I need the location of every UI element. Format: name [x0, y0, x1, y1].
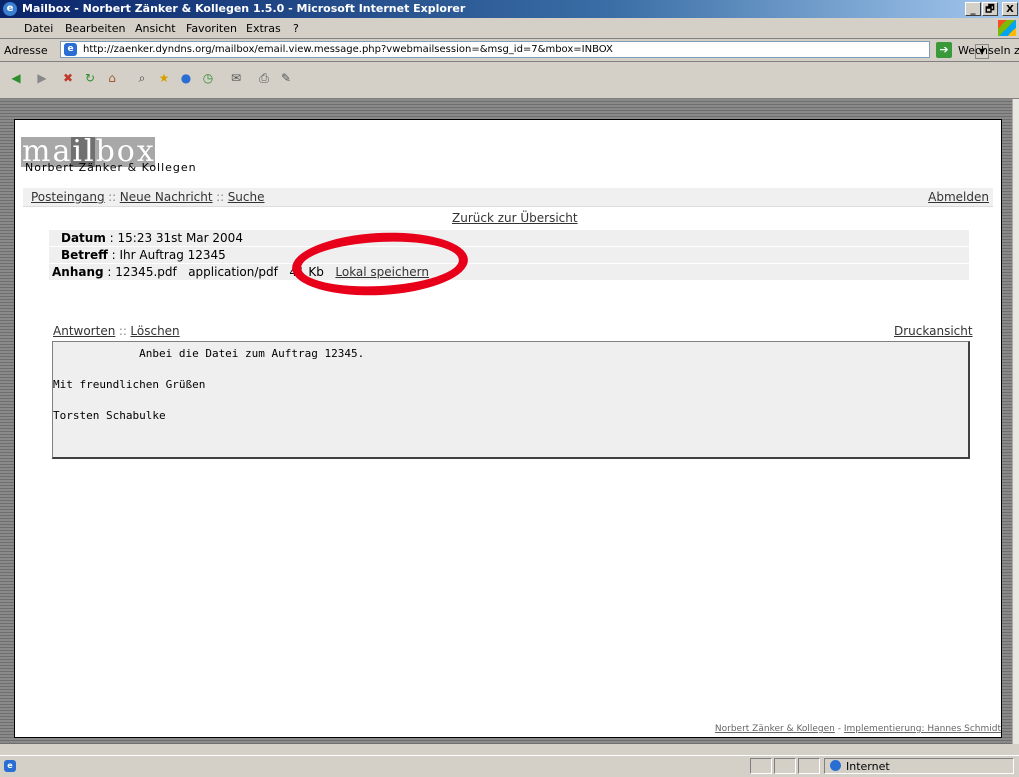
menu-favoriten[interactable]: Favoriten	[186, 22, 237, 35]
print-icon[interactable]: ⎙	[256, 70, 272, 86]
status-bar: e Internet	[0, 755, 1019, 777]
page-status-icon: e	[4, 760, 16, 772]
subject-label: Betreff	[61, 248, 108, 262]
menu-datei[interactable]: Datei	[24, 22, 53, 35]
favorites-icon[interactable]: ★	[156, 70, 172, 86]
print-view-link[interactable]: Druckansicht	[894, 324, 973, 338]
menu-ansicht[interactable]: Ansicht	[135, 22, 176, 35]
message-actions: Antworten :: Löschen	[53, 324, 180, 338]
history-icon[interactable]: ◷	[200, 70, 216, 86]
search-icon[interactable]: ⌕	[134, 70, 150, 86]
status-pane	[798, 758, 820, 774]
attachment-label: Anhang	[52, 265, 104, 279]
zone-label: Internet	[846, 760, 890, 773]
windows-logo-icon	[998, 20, 1016, 36]
nav-separator: ::	[216, 190, 225, 204]
mail-icon[interactable]: ✉	[228, 70, 244, 86]
subject-row: Betreff : Ihr Auftrag 12345	[49, 247, 969, 263]
date-value: 15:23 31st Mar 2004	[117, 231, 243, 245]
footer: Norbert Zänker & Kollegen - Implementier…	[715, 724, 1001, 734]
delete-link[interactable]: Löschen	[130, 324, 179, 338]
back-icon[interactable]: ◀	[8, 70, 24, 86]
browser-toolbar: ◀ ▶ ✖ ↻ ⌂ ⌕ ★ ● ◷ ✉ ⎙ ✎	[0, 62, 1019, 99]
footer-implementation-link[interactable]: Implementierung: Hannes Schmidt	[844, 724, 1001, 734]
date-row: Datum : 15:23 31st Mar 2004	[49, 230, 969, 246]
go-arrow-icon[interactable]: ➔	[936, 42, 952, 58]
logout-link[interactable]: Abmelden	[928, 190, 989, 204]
footer-company-link[interactable]: Norbert Zänker & Kollegen	[715, 724, 835, 734]
address-bar: Adresse e http://zaenker.dyndns.org/mail…	[0, 39, 1019, 62]
menu-extras[interactable]: Extras	[246, 22, 281, 35]
address-url[interactable]: http://zaenker.dyndns.org/mailbox/email.…	[83, 44, 613, 55]
actions-separator: ::	[118, 324, 127, 338]
attachment-row: Anhang : 12345.pdf application/pdf 41 Kb…	[49, 264, 969, 280]
reply-link[interactable]: Antworten	[53, 324, 115, 338]
address-label: Adresse	[4, 44, 48, 57]
attachment-file: 12345.pdf	[115, 265, 177, 279]
subject-value: Ihr Auftrag 12345	[119, 248, 226, 262]
ie-icon: e	[3, 2, 17, 16]
title-bar: e Mailbox - Norbert Zänker & Kollegen 1.…	[0, 0, 1019, 18]
menu-bearbeiten[interactable]: Bearbeiten	[65, 22, 125, 35]
status-pane	[774, 758, 796, 774]
refresh-icon[interactable]: ↻	[82, 70, 98, 86]
status-pane	[750, 758, 772, 774]
stop-icon[interactable]: ✖	[60, 70, 76, 86]
mailbox-page: mailbox Norbert Zänker & Kollegen Postei…	[14, 119, 1002, 738]
close-button[interactable]: X	[1002, 2, 1018, 16]
back-to-overview-link[interactable]: Zurück zur Übersicht	[452, 211, 578, 225]
maximize-button[interactable]: 🗗	[982, 2, 998, 16]
message-body-box: Anbei die Datei zum Auftrag 12345. Mit f…	[52, 341, 970, 459]
app-nav-bar: Posteingang :: Neue Nachricht :: Suche A…	[23, 188, 993, 207]
vertical-scrollbar[interactable]	[1012, 99, 1019, 744]
nav-new-message-link[interactable]: Neue Nachricht	[120, 190, 213, 204]
nav-separator: ::	[108, 190, 117, 204]
home-icon[interactable]: ⌂	[104, 70, 120, 86]
globe-icon	[830, 760, 841, 771]
forward-icon[interactable]: ▶	[34, 70, 50, 86]
media-icon[interactable]: ●	[178, 70, 194, 86]
date-label: Datum	[61, 231, 106, 245]
nav-search-link[interactable]: Suche	[228, 190, 265, 204]
attachment-type: application/pdf	[188, 265, 278, 279]
address-input[interactable]: e http://zaenker.dyndns.org/mailbox/emai…	[60, 41, 989, 59]
footer-dash: -	[834, 724, 844, 734]
edit-icon[interactable]: ✎	[278, 70, 294, 86]
message-body: Anbei die Datei zum Auftrag 12345. Mit f…	[53, 347, 365, 422]
page-icon: e	[64, 43, 77, 56]
company-name: Norbert Zänker & Kollegen	[25, 161, 197, 174]
window-title: Mailbox - Norbert Zänker & Kollegen 1.5.…	[22, 2, 466, 15]
nav-inbox-link[interactable]: Posteingang	[31, 190, 105, 204]
menu-bar: Datei Bearbeiten Ansicht Favoriten Extra…	[0, 18, 1019, 39]
minimize-button[interactable]: _	[965, 2, 981, 16]
go-button[interactable]: Wechseln zu	[958, 44, 1019, 57]
menu-help[interactable]: ?	[293, 22, 299, 35]
